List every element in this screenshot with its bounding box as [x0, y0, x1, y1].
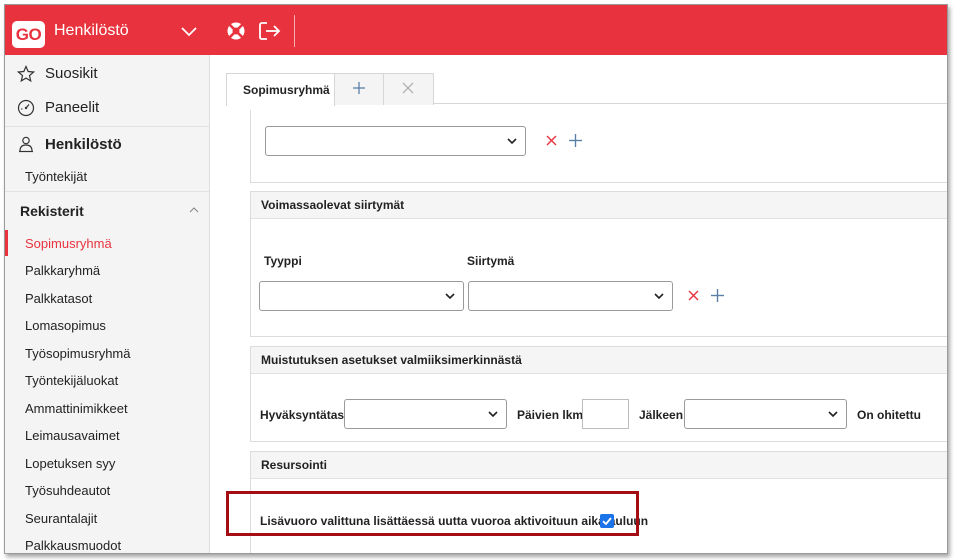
type-label: Tyyppi [264, 254, 302, 268]
logout-icon[interactable] [258, 20, 282, 42]
tab-label: Sopimusryhmä [243, 83, 330, 97]
main-content: Sopimusryhmä Voimassaolevat siirtymät Ty… [210, 55, 947, 553]
chevron-down-icon[interactable] [181, 25, 197, 37]
people-icon [19, 136, 33, 153]
panel-title: Resursointi [261, 458, 328, 472]
sidebar-item-leimausavaimet[interactable]: Leimausavaimet [5, 422, 209, 449]
skipped-label: On ohitettu [857, 408, 921, 422]
lifebuoy-icon[interactable] [226, 21, 246, 41]
sidebar-divider [5, 191, 209, 192]
sidebar-item-label: Ammattinimikkeet [25, 401, 128, 416]
after-label: Jälkeen [639, 408, 684, 422]
tab-sopimusryhma[interactable]: Sopimusryhmä [226, 73, 335, 106]
sidebar: Suosikit Paneelit Henkilöstö Työntekijät… [5, 55, 210, 553]
remove-icon[interactable] [546, 135, 557, 146]
sidebar-item-ammattinimikkeet[interactable]: Ammattinimikkeet [5, 395, 209, 422]
annotation-highlight-box [226, 491, 639, 536]
plus-icon [353, 82, 365, 94]
sidebar-item-palkkausmuodot[interactable]: Palkkausmuodot [5, 532, 209, 553]
header-divider [294, 15, 295, 47]
sidebar-item-label: Työntekijät [25, 169, 88, 184]
dashboard-icon [17, 99, 35, 117]
chevron-down-icon [488, 411, 498, 418]
top-select[interactable] [265, 126, 526, 156]
sidebar-item-label: Paneelit [45, 99, 100, 116]
approval-level-select[interactable] [344, 399, 507, 429]
sidebar-item-seurantalajit[interactable]: Seurantalajit [5, 505, 209, 532]
remove-icon[interactable] [688, 290, 699, 301]
panel-title: Muistutuksen asetukset valmiiksimerkinnä… [261, 353, 522, 367]
sidebar-item-label: Suosikit [45, 65, 98, 82]
sidebar-item-lomasopimus[interactable]: Lomasopimus [5, 312, 209, 339]
top-bar: GO Henkilöstö [5, 5, 947, 55]
tab-close[interactable] [383, 73, 434, 105]
sidebar-item-label: Työsopimusryhmä [25, 346, 131, 361]
days-count-label: Päivien lkm [517, 408, 584, 422]
sidebar-module-henkilosto[interactable]: Henkilöstö [5, 127, 209, 161]
sidebar-item-dashboards[interactable]: Paneelit [5, 91, 209, 124]
chevron-down-icon [654, 293, 664, 300]
sidebar-item-label: Palkkausmuodot [25, 538, 122, 553]
sidebar-item-lopetuksen-syy[interactable]: Lopetuksen syy [5, 450, 209, 477]
close-icon [402, 82, 414, 94]
sidebar-item-label: Lopetuksen syy [25, 456, 116, 471]
transition-label: Siirtymä [467, 254, 515, 268]
sidebar-item-tyontekijaluokat[interactable]: Työntekijäluokat [5, 367, 209, 394]
chevron-down-icon [828, 411, 838, 418]
sidebar-item-label: Seurantalajit [25, 511, 98, 526]
sidebar-item-label: Palkkaryhmä [25, 263, 101, 278]
sidebar-module-label: Henkilöstö [45, 136, 122, 153]
panel-reminder: Muistutuksen asetukset valmiiksimerkinnä… [250, 346, 947, 442]
sidebar-item-label: Työsuhdeautot [25, 483, 111, 498]
panel-top [250, 110, 947, 183]
sidebar-item-tyosuhdeautot[interactable]: Työsuhdeautot [5, 477, 209, 504]
sidebar-item-palkkaryhma[interactable]: Palkkaryhmä [5, 257, 209, 284]
add-icon[interactable] [711, 289, 724, 302]
sidebar-item-favorites[interactable]: Suosikit [5, 57, 209, 90]
app-title: Henkilöstö [54, 22, 129, 39]
panel-header: Resursointi [251, 452, 947, 479]
sidebar-item-label: Työntekijäluokat [25, 373, 119, 388]
chevron-up-icon[interactable] [189, 206, 199, 214]
chevron-down-icon [507, 138, 517, 145]
panel-title: Voimassaolevat siirtymät [261, 198, 405, 212]
chevron-down-icon [445, 293, 455, 300]
tab-add[interactable] [334, 73, 384, 105]
sidebar-item-label: Palkkatasot [25, 291, 93, 306]
days-count-input[interactable] [582, 399, 629, 429]
panel-transitions: Voimassaolevat siirtymät Tyyppi Siirtymä [250, 191, 947, 337]
sidebar-item-label: Lomasopimus [25, 318, 106, 333]
type-select[interactable] [259, 281, 464, 311]
panel-header: Muistutuksen asetukset valmiiksimerkinnä… [251, 347, 947, 374]
star-icon [17, 65, 35, 83]
go-logo[interactable]: GO [12, 21, 45, 48]
sidebar-item-tyosopimusryhma[interactable]: Työsopimusryhmä [5, 340, 209, 367]
approval-level-label: Hyväksyntätaso [260, 408, 352, 422]
sidebar-item-label: Leimausavaimet [25, 428, 120, 443]
panel-header: Voimassaolevat siirtymät [251, 192, 947, 219]
app-window: GO Henkilöstö Suosikit Paneelit Henkilös… [4, 4, 948, 554]
sidebar-section-rekisterit[interactable]: Rekisterit [20, 203, 84, 219]
transition-select[interactable] [468, 281, 673, 311]
sidebar-item-label: Sopimusryhmä [25, 236, 112, 251]
after-select[interactable] [684, 399, 847, 429]
sidebar-item-sopimusryhma[interactable]: Sopimusryhmä [5, 230, 209, 257]
sidebar-item-palkkatasot[interactable]: Palkkatasot [5, 285, 209, 312]
sidebar-item-tyontekijat[interactable]: Työntekijät [5, 163, 209, 190]
add-icon[interactable] [569, 134, 582, 147]
